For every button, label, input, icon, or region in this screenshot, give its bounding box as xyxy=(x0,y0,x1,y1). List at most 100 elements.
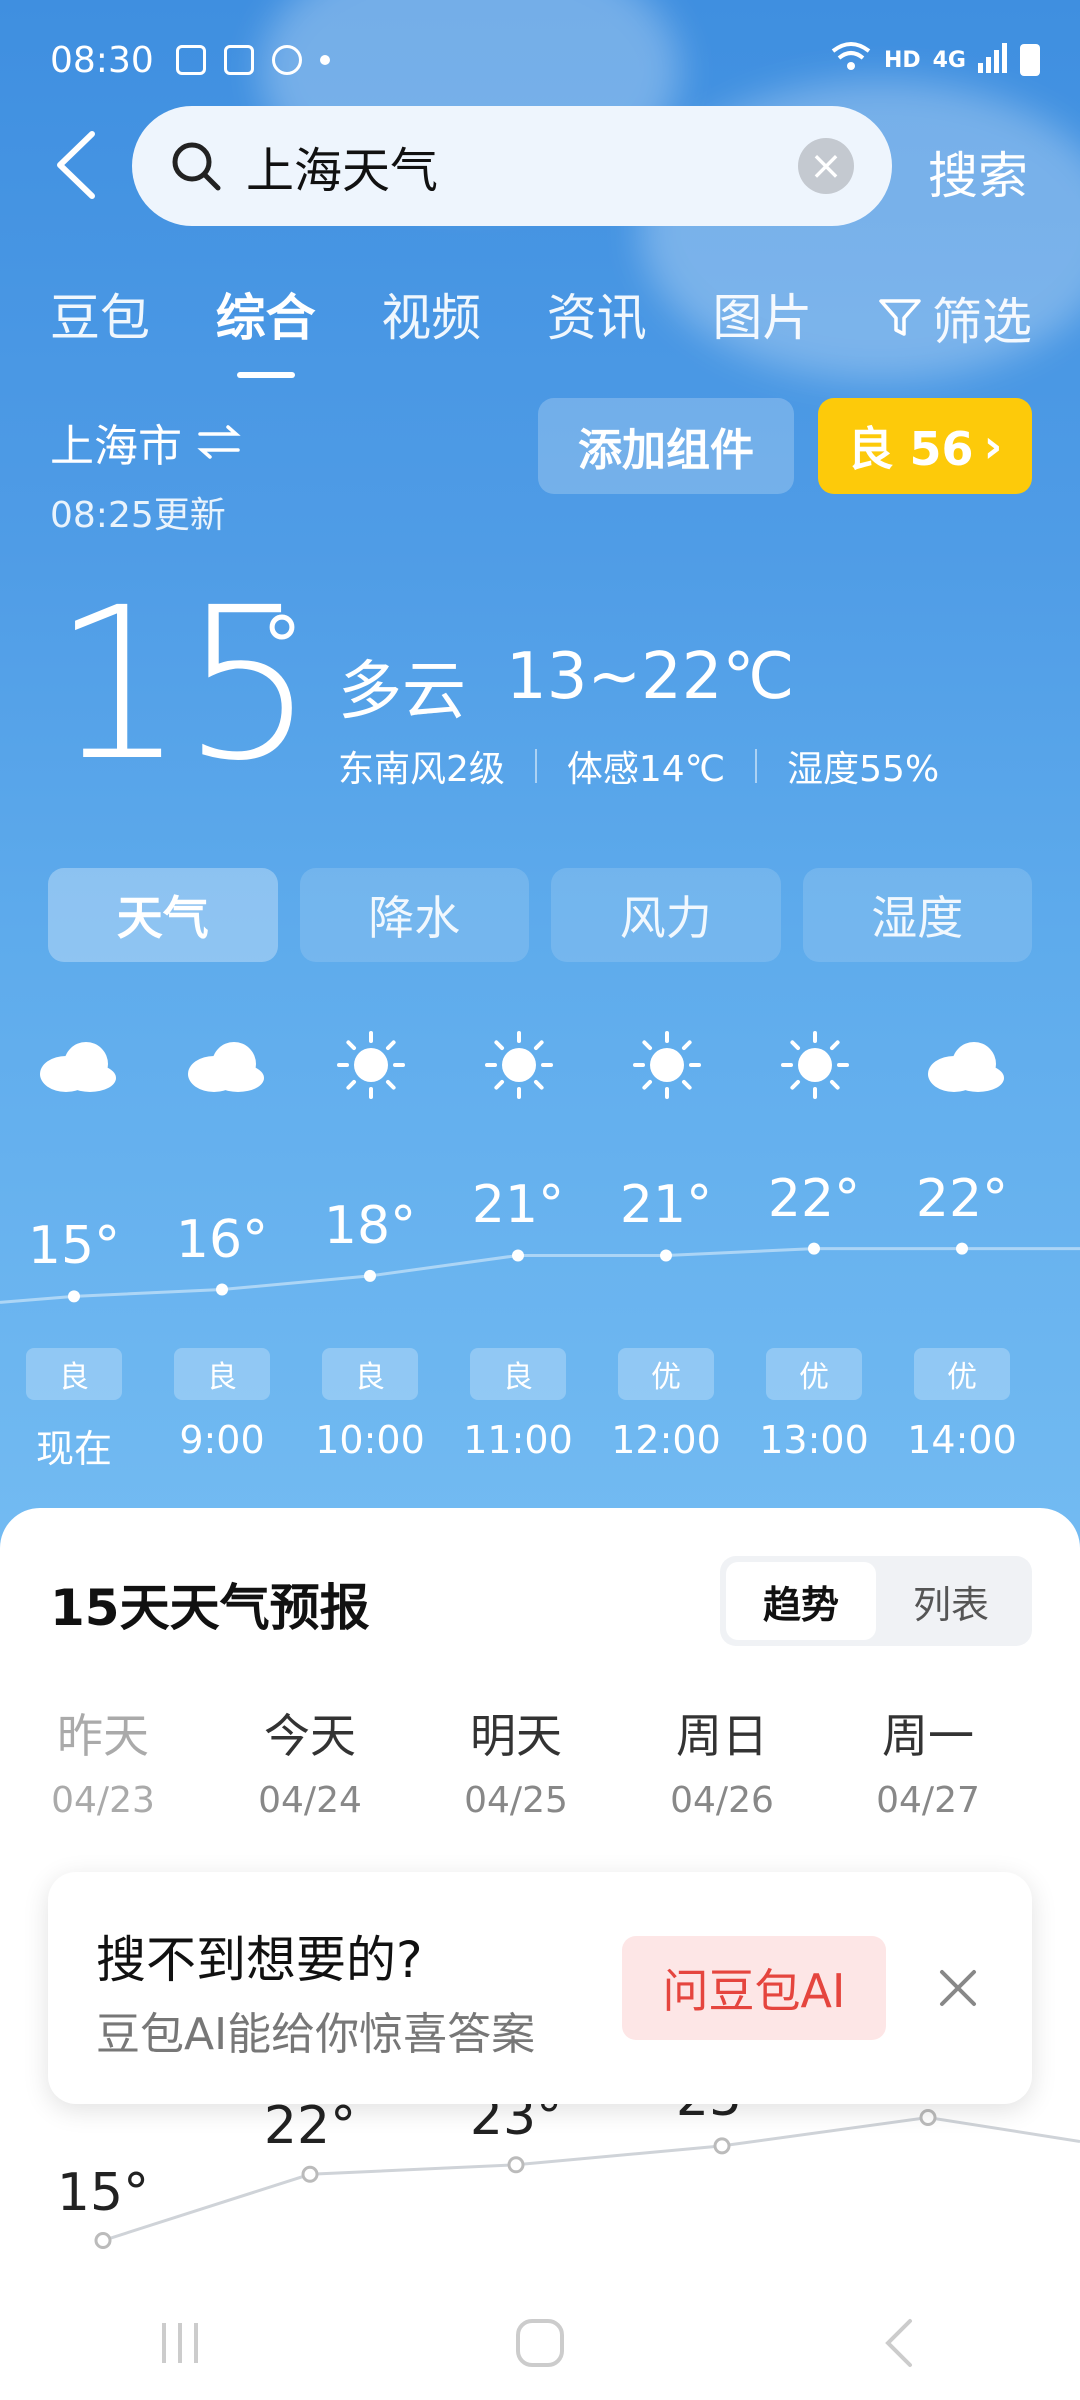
hourly-temp: 15° xyxy=(27,1216,121,1277)
day-name: 昨天 xyxy=(57,1709,149,1763)
hourly-aqi-badge: 优 xyxy=(618,1348,714,1400)
day-date: 04/25 xyxy=(464,1780,568,1821)
cloud-icon xyxy=(918,1030,1008,1100)
back-button[interactable] xyxy=(52,130,102,200)
sun-icon xyxy=(474,1030,564,1100)
tab-filter[interactable]: 筛选 xyxy=(878,278,1032,358)
add-widget-button[interactable]: 添加组件 xyxy=(538,398,794,494)
battery-icon xyxy=(1020,44,1040,76)
recent-apps-icon[interactable] xyxy=(150,2313,210,2377)
status-bar: 08:30 HD 4G xyxy=(50,30,1040,90)
swap-icon xyxy=(197,425,241,459)
forecast-view-toggle: 趋势 列表 xyxy=(720,1556,1032,1646)
sun-icon xyxy=(326,1030,416,1100)
status-time: 08:30 xyxy=(50,39,154,81)
close-icon[interactable] xyxy=(928,1958,988,2018)
hourly-aqi-badge: 良 xyxy=(174,1348,270,1400)
forecast-title: 15天天气预报 xyxy=(50,1579,370,1637)
system-nav-bar xyxy=(0,2290,1080,2400)
ask-ai-button[interactable]: 问豆包AI xyxy=(622,1936,886,2040)
update-time: 08:25更新 xyxy=(50,495,226,536)
signal-type: 4G xyxy=(932,47,966,73)
aqi-label: 良 56 xyxy=(847,422,974,476)
forecast-day[interactable]: 周一 04/27 xyxy=(828,1700,1028,1821)
forecast-high-temp: 15° xyxy=(56,2162,150,2223)
sun-icon xyxy=(770,1030,860,1100)
wind-text: 东南风2级 xyxy=(338,749,505,790)
clear-icon[interactable]: × xyxy=(798,138,854,194)
forecast-high-temp: 22° xyxy=(263,2096,357,2157)
hourly-item: 15° 良现在 xyxy=(0,1010,148,1510)
hourly-item: 21° 优 12:00 xyxy=(592,1010,740,1510)
forecast-day[interactable]: 周日 04/26 xyxy=(622,1700,822,1821)
cloud-icon xyxy=(178,1030,268,1100)
metric-segments: 天气 降水 风力 湿度 xyxy=(48,868,1032,962)
hourly-aqi-badge: 良 xyxy=(26,1348,122,1400)
cloud-icon xyxy=(30,1030,120,1100)
day-name: 周一 xyxy=(882,1709,974,1763)
segment-humidity[interactable]: 湿度 xyxy=(802,868,1032,962)
toggle-list[interactable]: 列表 xyxy=(876,1562,1026,1640)
tab-video[interactable]: 视频 xyxy=(381,278,481,358)
home-icon[interactable] xyxy=(510,2313,570,2377)
search-bar[interactable]: 上海天气 × xyxy=(132,106,892,226)
search-button[interactable]: 搜索 xyxy=(928,136,1028,208)
divider xyxy=(755,749,758,783)
tab-news[interactable]: 资讯 xyxy=(547,278,647,358)
signal-icon xyxy=(978,41,1008,79)
feels-like-text: 体感14℃ xyxy=(566,749,726,790)
hourly-item: 21° 良 11:00 xyxy=(444,1010,592,1510)
hourly-time: 14:00 xyxy=(907,1418,1017,1462)
hourly-forecast[interactable]: 15° 良现在 16° 良 9:00 18° 良 10:00 21° 良 11:00 21° 优 12:0… xyxy=(0,1010,1080,1510)
temp-range: 13~22℃ xyxy=(506,640,795,714)
forecast-day[interactable]: 昨天 04/23 xyxy=(3,1700,203,1821)
day-date: 04/24 xyxy=(258,1780,362,1821)
hourly-time: 13:00 xyxy=(759,1418,869,1462)
hourly-temp: 21° xyxy=(471,1175,565,1236)
hourly-aqi-badge: 优 xyxy=(914,1348,1010,1400)
humidity-text: 湿度55% xyxy=(787,749,940,790)
accessibility-icon xyxy=(271,45,302,75)
toggle-trend[interactable]: 趋势 xyxy=(726,1562,876,1640)
hourly-time: 10:00 xyxy=(315,1418,425,1462)
hourly-item: 16° 良 9:00 xyxy=(148,1010,296,1510)
tab-doubao[interactable]: 豆包 xyxy=(50,278,150,358)
day-name: 周日 xyxy=(676,1709,768,1763)
divider xyxy=(534,749,537,783)
condition-text: 多云 xyxy=(338,655,466,729)
tab-comprehensive[interactable]: 综合 xyxy=(216,278,316,358)
segment-precipitation[interactable]: 降水 xyxy=(299,868,529,962)
day-date: 04/26 xyxy=(670,1780,774,1821)
search-icon xyxy=(170,140,222,192)
weather-hero: 08:30 HD 4G 上海天气 × 搜索 豆包 综合 视频 资讯 图片 筛选 … xyxy=(0,0,1080,1560)
network-type: HD xyxy=(883,47,921,73)
hourly-time: 11:00 xyxy=(463,1418,573,1462)
back-nav-icon[interactable] xyxy=(870,2313,930,2377)
hourly-time: 9:00 xyxy=(179,1418,265,1462)
hourly-temp: 22° xyxy=(767,1168,861,1229)
hourly-aqi-badge: 良 xyxy=(322,1348,418,1400)
day-name: 明天 xyxy=(470,1709,562,1763)
aqi-badge[interactable]: 良 56 › xyxy=(818,398,1032,494)
day-name: 今天 xyxy=(264,1709,356,1763)
segment-weather[interactable]: 天气 xyxy=(48,868,278,962)
filter-icon xyxy=(879,299,921,336)
weather-details: 东南风2级 体感14℃ 湿度55% xyxy=(338,740,939,792)
day-date: 04/27 xyxy=(876,1780,980,1821)
promo-title: 搜不到想要的? xyxy=(96,1931,423,1989)
condition-row: 多云 13~22℃ xyxy=(338,640,794,732)
hourly-item: 22° 优 13:00 xyxy=(740,1010,888,1510)
hourly-temp: 22° xyxy=(915,1168,1009,1229)
hourly-temp: 16° xyxy=(175,1209,269,1270)
forecast-day[interactable]: 今天 04/24 xyxy=(210,1700,410,1821)
tab-images[interactable]: 图片 xyxy=(712,278,812,358)
forecast-day[interactable]: 明天 04/25 xyxy=(416,1700,616,1821)
search-input[interactable]: 上海天气 xyxy=(246,131,438,201)
city-name: 上海市 xyxy=(50,421,182,472)
day-date: 04/23 xyxy=(51,1780,155,1821)
segment-wind[interactable]: 风力 xyxy=(551,868,781,962)
voicemail-icon xyxy=(175,45,206,75)
city-selector[interactable]: 上海市 xyxy=(50,410,242,474)
promo-subtitle: 豆包AI能给你惊喜答案 xyxy=(96,2009,536,2060)
result-tabs: 豆包 综合 视频 资讯 图片 筛选 xyxy=(50,278,1032,358)
